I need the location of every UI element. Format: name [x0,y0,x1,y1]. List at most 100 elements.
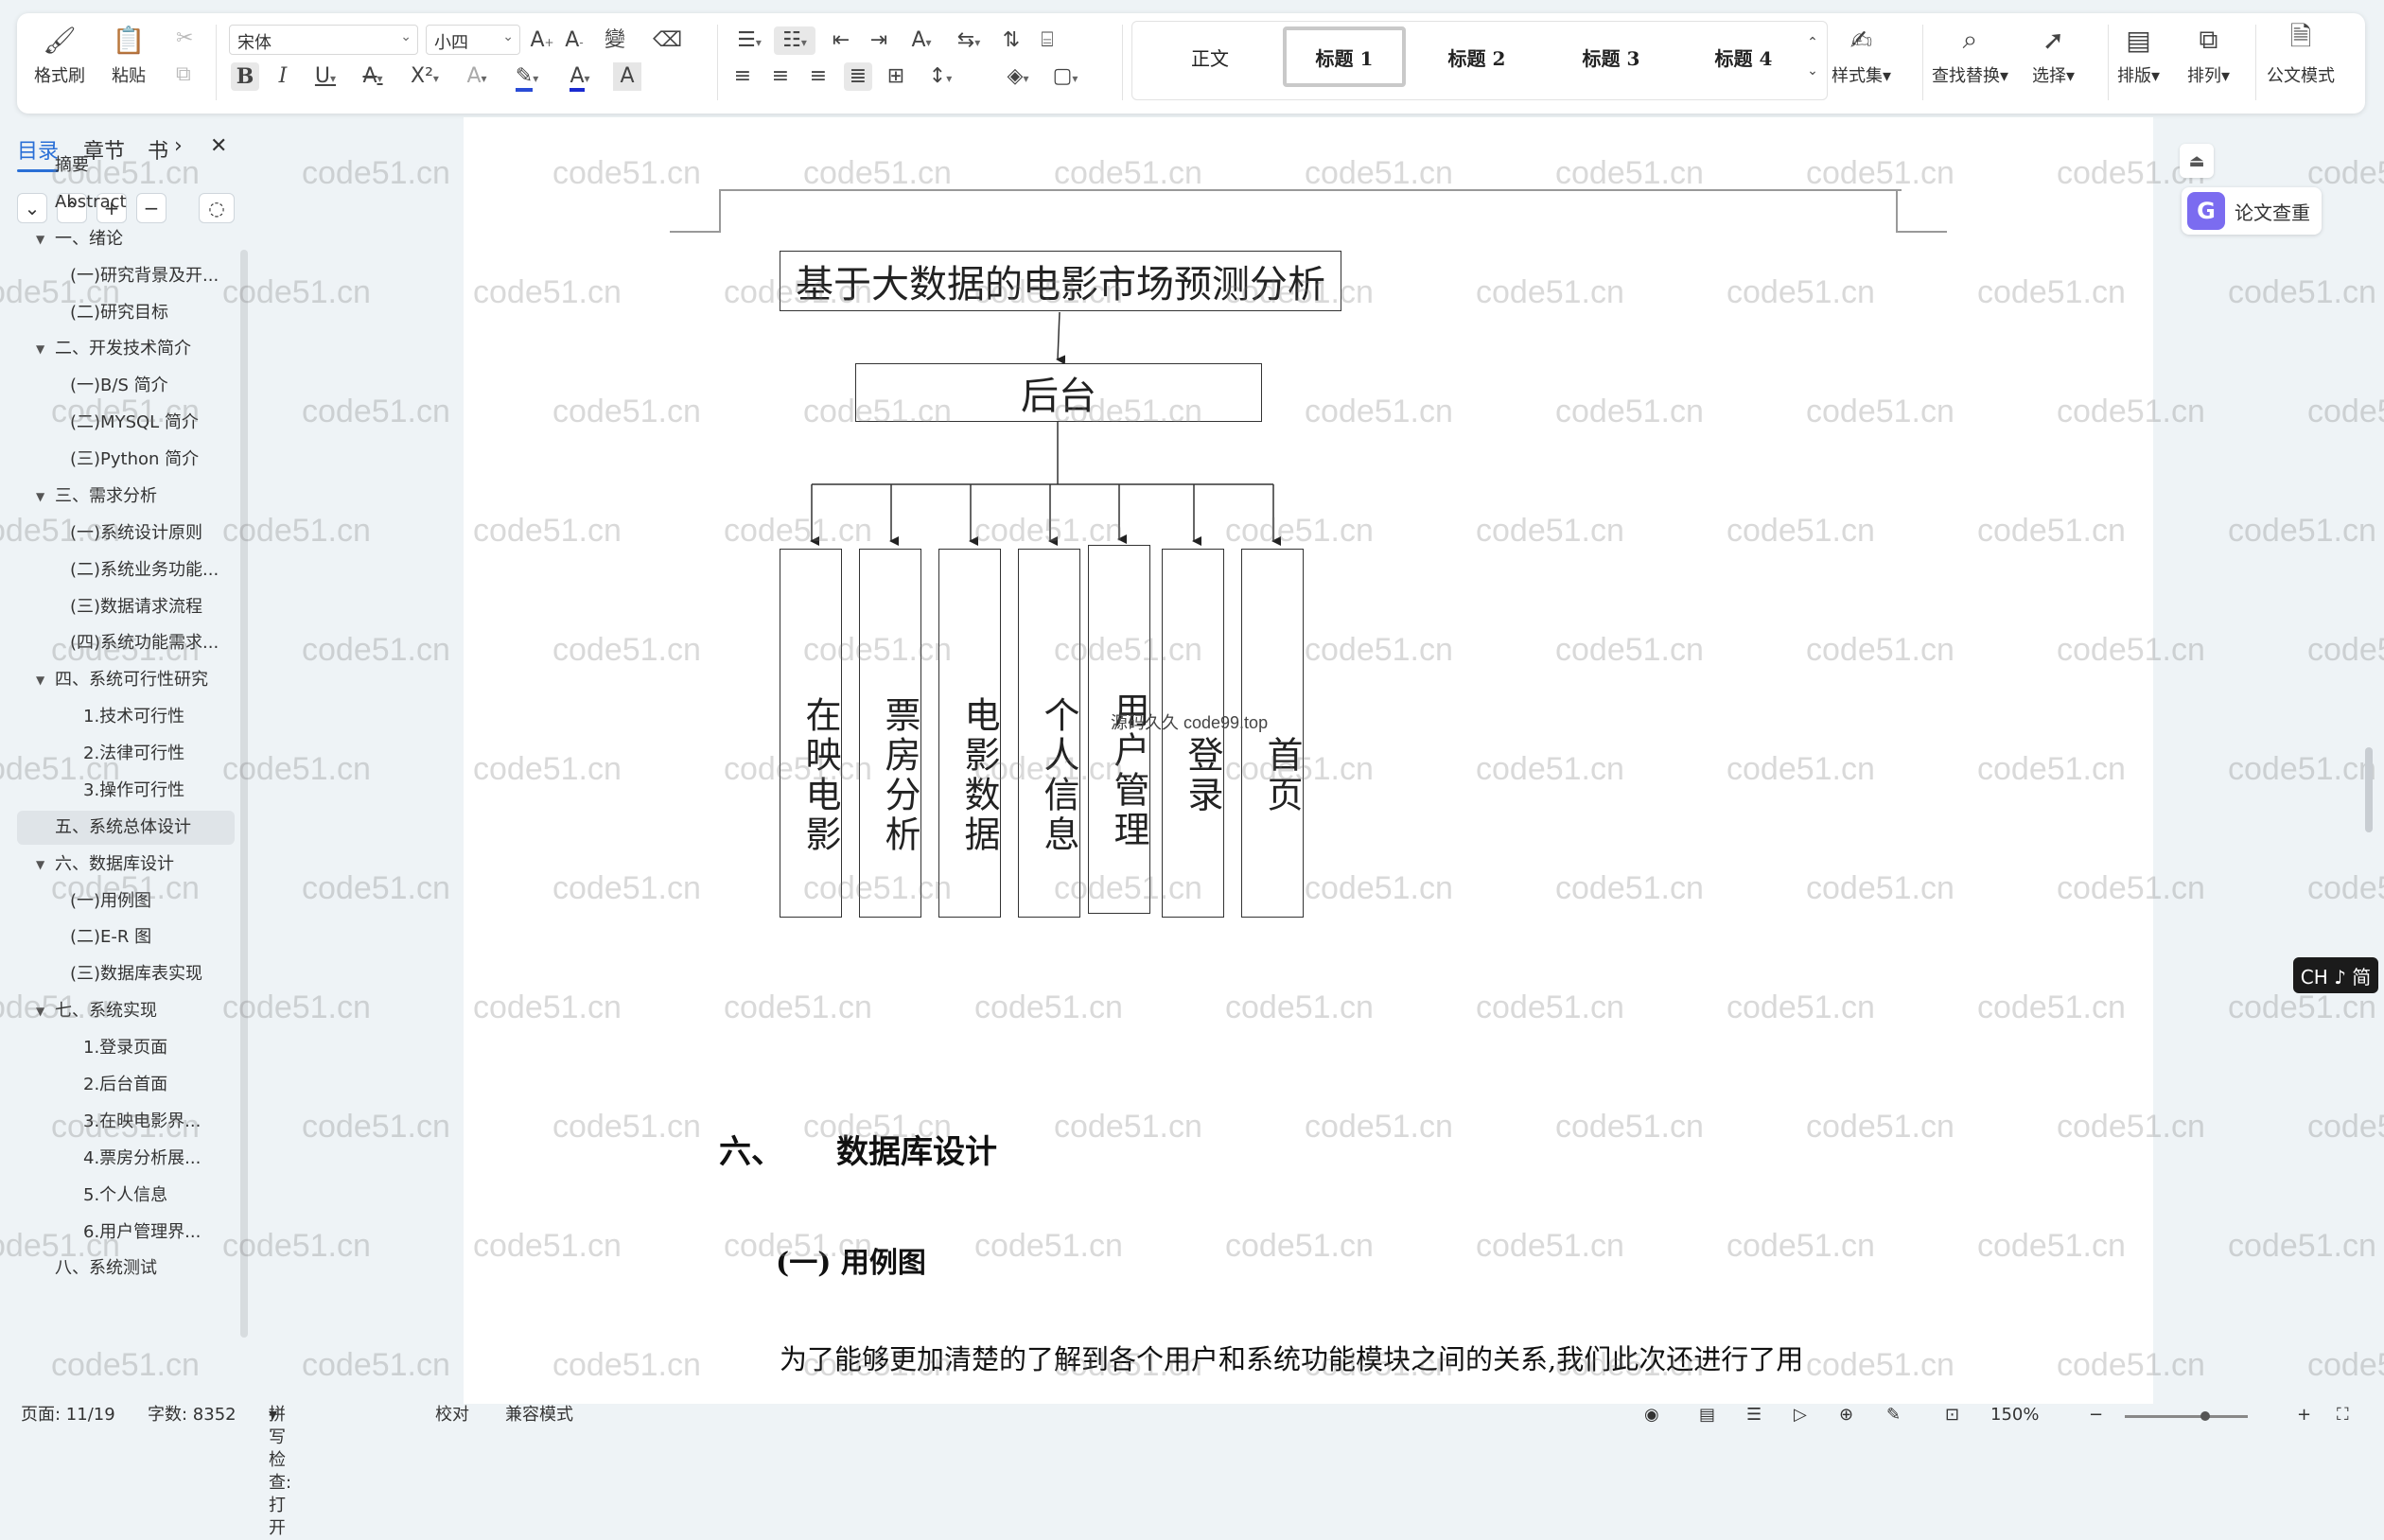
cut-icon[interactable]: ✂ [176,25,193,53]
sort-button[interactable]: ⇆▾ [948,26,990,55]
toc-item[interactable]: (一)研究背景及开... [17,259,235,293]
toc-item[interactable]: 4.票房分析展... [17,1142,235,1176]
italic-button[interactable]: I [269,62,297,91]
bold-button[interactable]: B [231,62,259,91]
play-icon[interactable]: ▷ [1794,1404,1807,1426]
document-page[interactable]: 基于大数据的电影市场预测分析 后台 在映电影 票房分析 电影数据 个人信息 用户… [464,117,2153,1404]
pen-icon[interactable]: ✎ [1886,1404,1901,1426]
find-replace-button[interactable]: ⌕ 查找替换▾ [1932,23,2008,87]
toc-item[interactable]: 八、系统测试 [17,1251,235,1286]
caret-down-icon[interactable]: ▼ [36,480,44,514]
numbered-list-button[interactable]: ☷▾ [774,26,815,55]
superscript-button[interactable]: X²▾ [401,62,448,91]
caret-down-icon[interactable]: ▼ [36,222,44,256]
char-shading-button[interactable]: A [613,62,641,91]
font-name-select[interactable]: 宋体 ⌄ [229,25,418,55]
toc-item[interactable]: (三)数据库表实现 [17,957,235,991]
toc-item[interactable]: ▼ 七、系统实现 [17,994,235,1028]
shading-button[interactable]: ◈▾ [997,62,1039,91]
page-view-icon[interactable]: ▤ [1699,1404,1715,1426]
toc-item[interactable]: (三)Python 简介 [17,443,235,477]
style-normal[interactable]: 正文 [1148,26,1271,87]
text-direction-button[interactable]: A▾ [901,26,942,55]
copy-icon[interactable]: ⧉ [176,61,191,89]
gallery-scroll-icon[interactable]: ⌃ ⌄ [1803,28,1822,79]
outline-view-icon[interactable]: ☰ [1746,1404,1762,1426]
style-heading3[interactable]: 标题 3 [1550,26,1673,87]
eraser-icon[interactable]: ⌫ [653,26,682,55]
zoom-level[interactable]: 150% [1990,1404,2039,1426]
toc-item[interactable]: Abstract [17,185,235,219]
shrink-font-icon[interactable]: A- [560,26,588,55]
toc-item[interactable]: 3.操作可行性 [17,774,235,808]
arrange-button[interactable]: ⧉ 排列▾ [2187,23,2230,87]
fullscreen-icon[interactable]: ⛶ [2337,1404,2349,1426]
toc-item[interactable]: 五、系统总体设计 [17,810,235,845]
caret-down-icon[interactable]: ▼ [36,663,44,697]
word-count[interactable]: 字数: 8352 [148,1404,237,1426]
format-painter-button[interactable]: 🖌 格式刷 [34,23,85,87]
caret-down-icon[interactable]: ▼ [36,848,44,882]
toc-item[interactable]: ▼ 四、系统可行性研究 [17,663,235,697]
toc-item[interactable]: (一)B/S 简介 [17,369,235,403]
toc-item[interactable]: 2.后台首面 [17,1068,235,1102]
select-button[interactable]: ➚ 选择▾ [2032,23,2075,87]
decrease-indent-icon[interactable]: ⇤ [827,26,855,55]
toc-item[interactable]: (二)MYSQL 简介 [17,406,235,440]
grow-font-icon[interactable]: A+ [528,26,556,55]
style-set-button[interactable]: ✍ 样式集▾ [1832,23,1891,87]
web-view-icon[interactable]: ⊕ [1839,1404,1853,1426]
font-color-button[interactable]: A▾ [556,62,604,92]
distribute-icon[interactable]: ⊞ [882,62,910,91]
font-size-select[interactable]: 小四 ⌄ [426,25,520,55]
caret-down-icon[interactable]: ▼ [36,994,44,1028]
zoom-slider[interactable] [2125,1415,2248,1418]
highlight-button[interactable]: ✎▾ [503,62,551,92]
zoom-in-icon[interactable]: + [2297,1404,2311,1426]
toc-item[interactable]: 2.法律可行性 [17,737,235,771]
border-button[interactable]: ▢▾ [1044,62,1086,91]
sort-az-icon[interactable]: ⇅ [997,26,1025,55]
strikethrough-button[interactable]: A▾ [354,62,392,91]
style-heading4[interactable]: 标题 4 [1682,26,1805,87]
toc-item[interactable]: 6.用户管理界... [17,1216,235,1250]
doc-mode-button[interactable]: 🗎 公文模式 [2267,21,2335,87]
align-center-icon[interactable]: ≡ [766,62,795,91]
toc-item[interactable]: ▼ 一、绪论 [17,222,235,256]
align-left-icon[interactable]: ≡ [728,62,757,91]
caret-down-icon[interactable]: ▼ [36,332,44,366]
align-right-icon[interactable]: ≡ [804,62,833,91]
bullet-list-button[interactable]: ☰▾ [728,26,770,55]
scrollbar-thumb[interactable] [2365,747,2373,832]
sidebar-scrollbar[interactable] [240,250,248,1338]
toc-item[interactable]: ▼ 二、开发技术简介 [17,332,235,366]
toc-item[interactable]: ▼ 六、数据库设计 [17,848,235,882]
toc-item[interactable]: (一)系统设计原则 [17,516,235,551]
increase-indent-icon[interactable]: ⇥ [865,26,893,55]
toc-item[interactable]: (四)系统功能需求... [17,626,235,660]
toc-item[interactable]: (二)系统业务功能... [17,553,235,587]
show-marks-icon[interactable]: ⌸ [1033,26,1061,55]
line-spacing-button[interactable]: ↕▾ [920,62,961,91]
toc-item[interactable]: ▼ 三、需求分析 [17,480,235,514]
toc-item[interactable]: (三)数据请求流程 [17,590,235,624]
document-scrollbar[interactable] [2361,123,2376,1400]
collapse-panel-icon[interactable]: ⏏ [2180,144,2214,178]
toc-item[interactable]: (一)用例图 [17,884,235,919]
zoom-out-icon[interactable]: − [2089,1404,2103,1426]
page-indicator[interactable]: 页面: 11/19 [21,1404,115,1426]
fit-icon[interactable]: ⊡ [1945,1404,1959,1426]
toc-item[interactable]: (二)研究目标 [17,296,235,330]
paper-check-button[interactable]: G 论文查重 [2182,187,2322,235]
eye-icon[interactable]: ◉ [1644,1404,1659,1426]
style-heading2[interactable]: 标题 2 [1415,26,1538,87]
toc-item[interactable]: 1.技术可行性 [17,700,235,734]
toc-item[interactable]: 3.在映电影界... [17,1105,235,1139]
layout-button[interactable]: ▤ 排版▾ [2117,23,2160,87]
zoom-slider-handle[interactable] [2200,1411,2210,1421]
style-heading1[interactable]: 标题 1 [1283,26,1406,87]
proofread-button[interactable]: 校对 [435,1404,469,1426]
justify-icon[interactable]: ≣ [844,62,872,91]
underline-button[interactable]: U▾ [307,62,344,91]
toc-item[interactable]: 5.个人信息 [17,1179,235,1213]
